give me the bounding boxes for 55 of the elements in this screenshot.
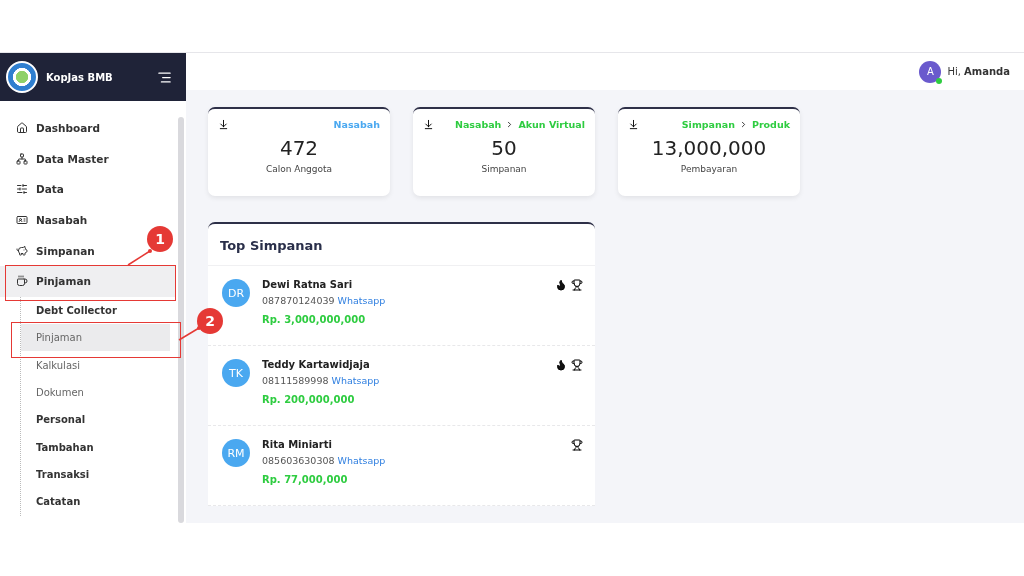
- stat-label: Calon Anggota: [265, 164, 333, 174]
- stat-value: 50: [491, 136, 517, 160]
- sliders-icon: [16, 183, 28, 196]
- submenu-item[interactable]: Debt Collector: [21, 296, 170, 324]
- trophy-icon: [571, 279, 583, 291]
- id-card-icon: [16, 214, 28, 227]
- amount: Rp. 77,000,000: [262, 474, 349, 485]
- download-icon[interactable]: [218, 119, 229, 130]
- sidebar-item[interactable]: Nasabah: [0, 204, 98, 236]
- piggy-bank-icon: [16, 244, 28, 257]
- sidebar-item[interactable]: Pinjaman: [0, 265, 176, 297]
- user-avatar[interactable]: A: [919, 60, 942, 83]
- sidebar-item[interactable]: Simpanan: [0, 235, 105, 266]
- network-icon: [16, 152, 28, 165]
- amount: Rp. 200,000,000: [262, 394, 356, 405]
- member-name: Dewi Ratna Sari: [262, 279, 354, 290]
- stat-label: Simpanan: [481, 164, 527, 174]
- sidebar-item[interactable]: Data Master: [0, 143, 119, 175]
- menu-icon[interactable]: [157, 69, 172, 85]
- submenu-item[interactable]: Transaksi: [21, 460, 170, 489]
- amount: Rp. 3,000,000,000: [262, 314, 367, 325]
- submenu-item[interactable]: Personal: [21, 406, 170, 434]
- submenu-item[interactable]: Pinjaman: [21, 323, 170, 352]
- brand-name: KopJas BMB: [46, 71, 114, 83]
- submenu-item[interactable]: Tambahan: [21, 433, 170, 461]
- logo-icon: [6, 61, 38, 93]
- member-name: Rita Miniarti: [262, 439, 333, 450]
- phone-number: 087870124039: [262, 295, 335, 306]
- submenu-item[interactable]: Dokumen: [21, 378, 170, 407]
- initials-avatar: TK: [222, 359, 250, 387]
- trophy-icon: [571, 359, 583, 371]
- sidebar-item[interactable]: Data: [0, 174, 74, 205]
- phone-number: 08111589998: [262, 375, 329, 386]
- home-icon: [16, 122, 28, 135]
- greeting: Hi, Amanda: [947, 66, 1010, 77]
- initials-avatar: RM: [222, 439, 250, 467]
- annotation-arrow: [127, 249, 152, 266]
- whatsapp-link[interactable]: Whatsapp: [337, 295, 386, 306]
- whatsapp-link[interactable]: Whatsapp: [337, 455, 386, 466]
- stat-value: 13,000,000: [651, 136, 767, 160]
- submenu-item[interactable]: Kalkulasi: [21, 351, 170, 379]
- sidebar-item[interactable]: Dashboard: [0, 113, 111, 144]
- cup-icon: [16, 275, 28, 288]
- trophy-icon: [571, 439, 583, 451]
- submenu-item[interactable]: Catatan: [21, 488, 170, 516]
- card-title: Top Simpanan: [208, 224, 595, 266]
- stat-value: 472: [279, 136, 319, 160]
- phone-number: 085603630308: [262, 455, 335, 466]
- download-icon[interactable]: [423, 119, 434, 130]
- scrollbar[interactable]: [178, 117, 184, 523]
- whatsapp-link[interactable]: Whatsapp: [331, 375, 380, 386]
- download-icon[interactable]: [628, 119, 639, 130]
- stat-label: Pembayaran: [680, 164, 738, 174]
- initials-avatar: DR: [222, 279, 250, 307]
- member-name: Teddy Kartawidjaja: [262, 359, 371, 370]
